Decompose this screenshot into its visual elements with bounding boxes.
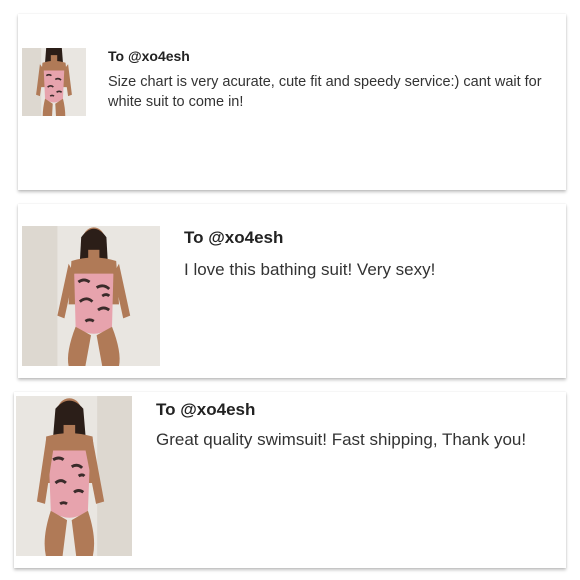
review-card: To @xo4esh I love this bathing suit! Ver…: [18, 204, 566, 378]
review-photo[interactable]: [22, 226, 160, 366]
review-photo[interactable]: [16, 396, 132, 556]
swimsuit-photo-icon: [16, 396, 132, 556]
review-recipient: To @xo4esh: [108, 48, 190, 64]
swimsuit-photo-icon: [22, 48, 86, 116]
review-recipient: To @xo4esh: [156, 400, 256, 419]
review-text: Size chart is very acurate, cute fit and…: [108, 74, 542, 110]
swimsuit-photo-icon: [22, 226, 160, 366]
review-photo[interactable]: [22, 48, 86, 116]
review-text: I love this bathing suit! Very sexy!: [184, 260, 436, 279]
review-text: Great quality swimsuit! Fast shipping, T…: [156, 430, 527, 449]
review-card: To @xo4esh Size chart is very acurate, c…: [18, 14, 566, 190]
review-card: To @xo4esh Great quality swimsuit! Fast …: [14, 392, 566, 568]
review-recipient: To @xo4esh: [184, 228, 284, 247]
